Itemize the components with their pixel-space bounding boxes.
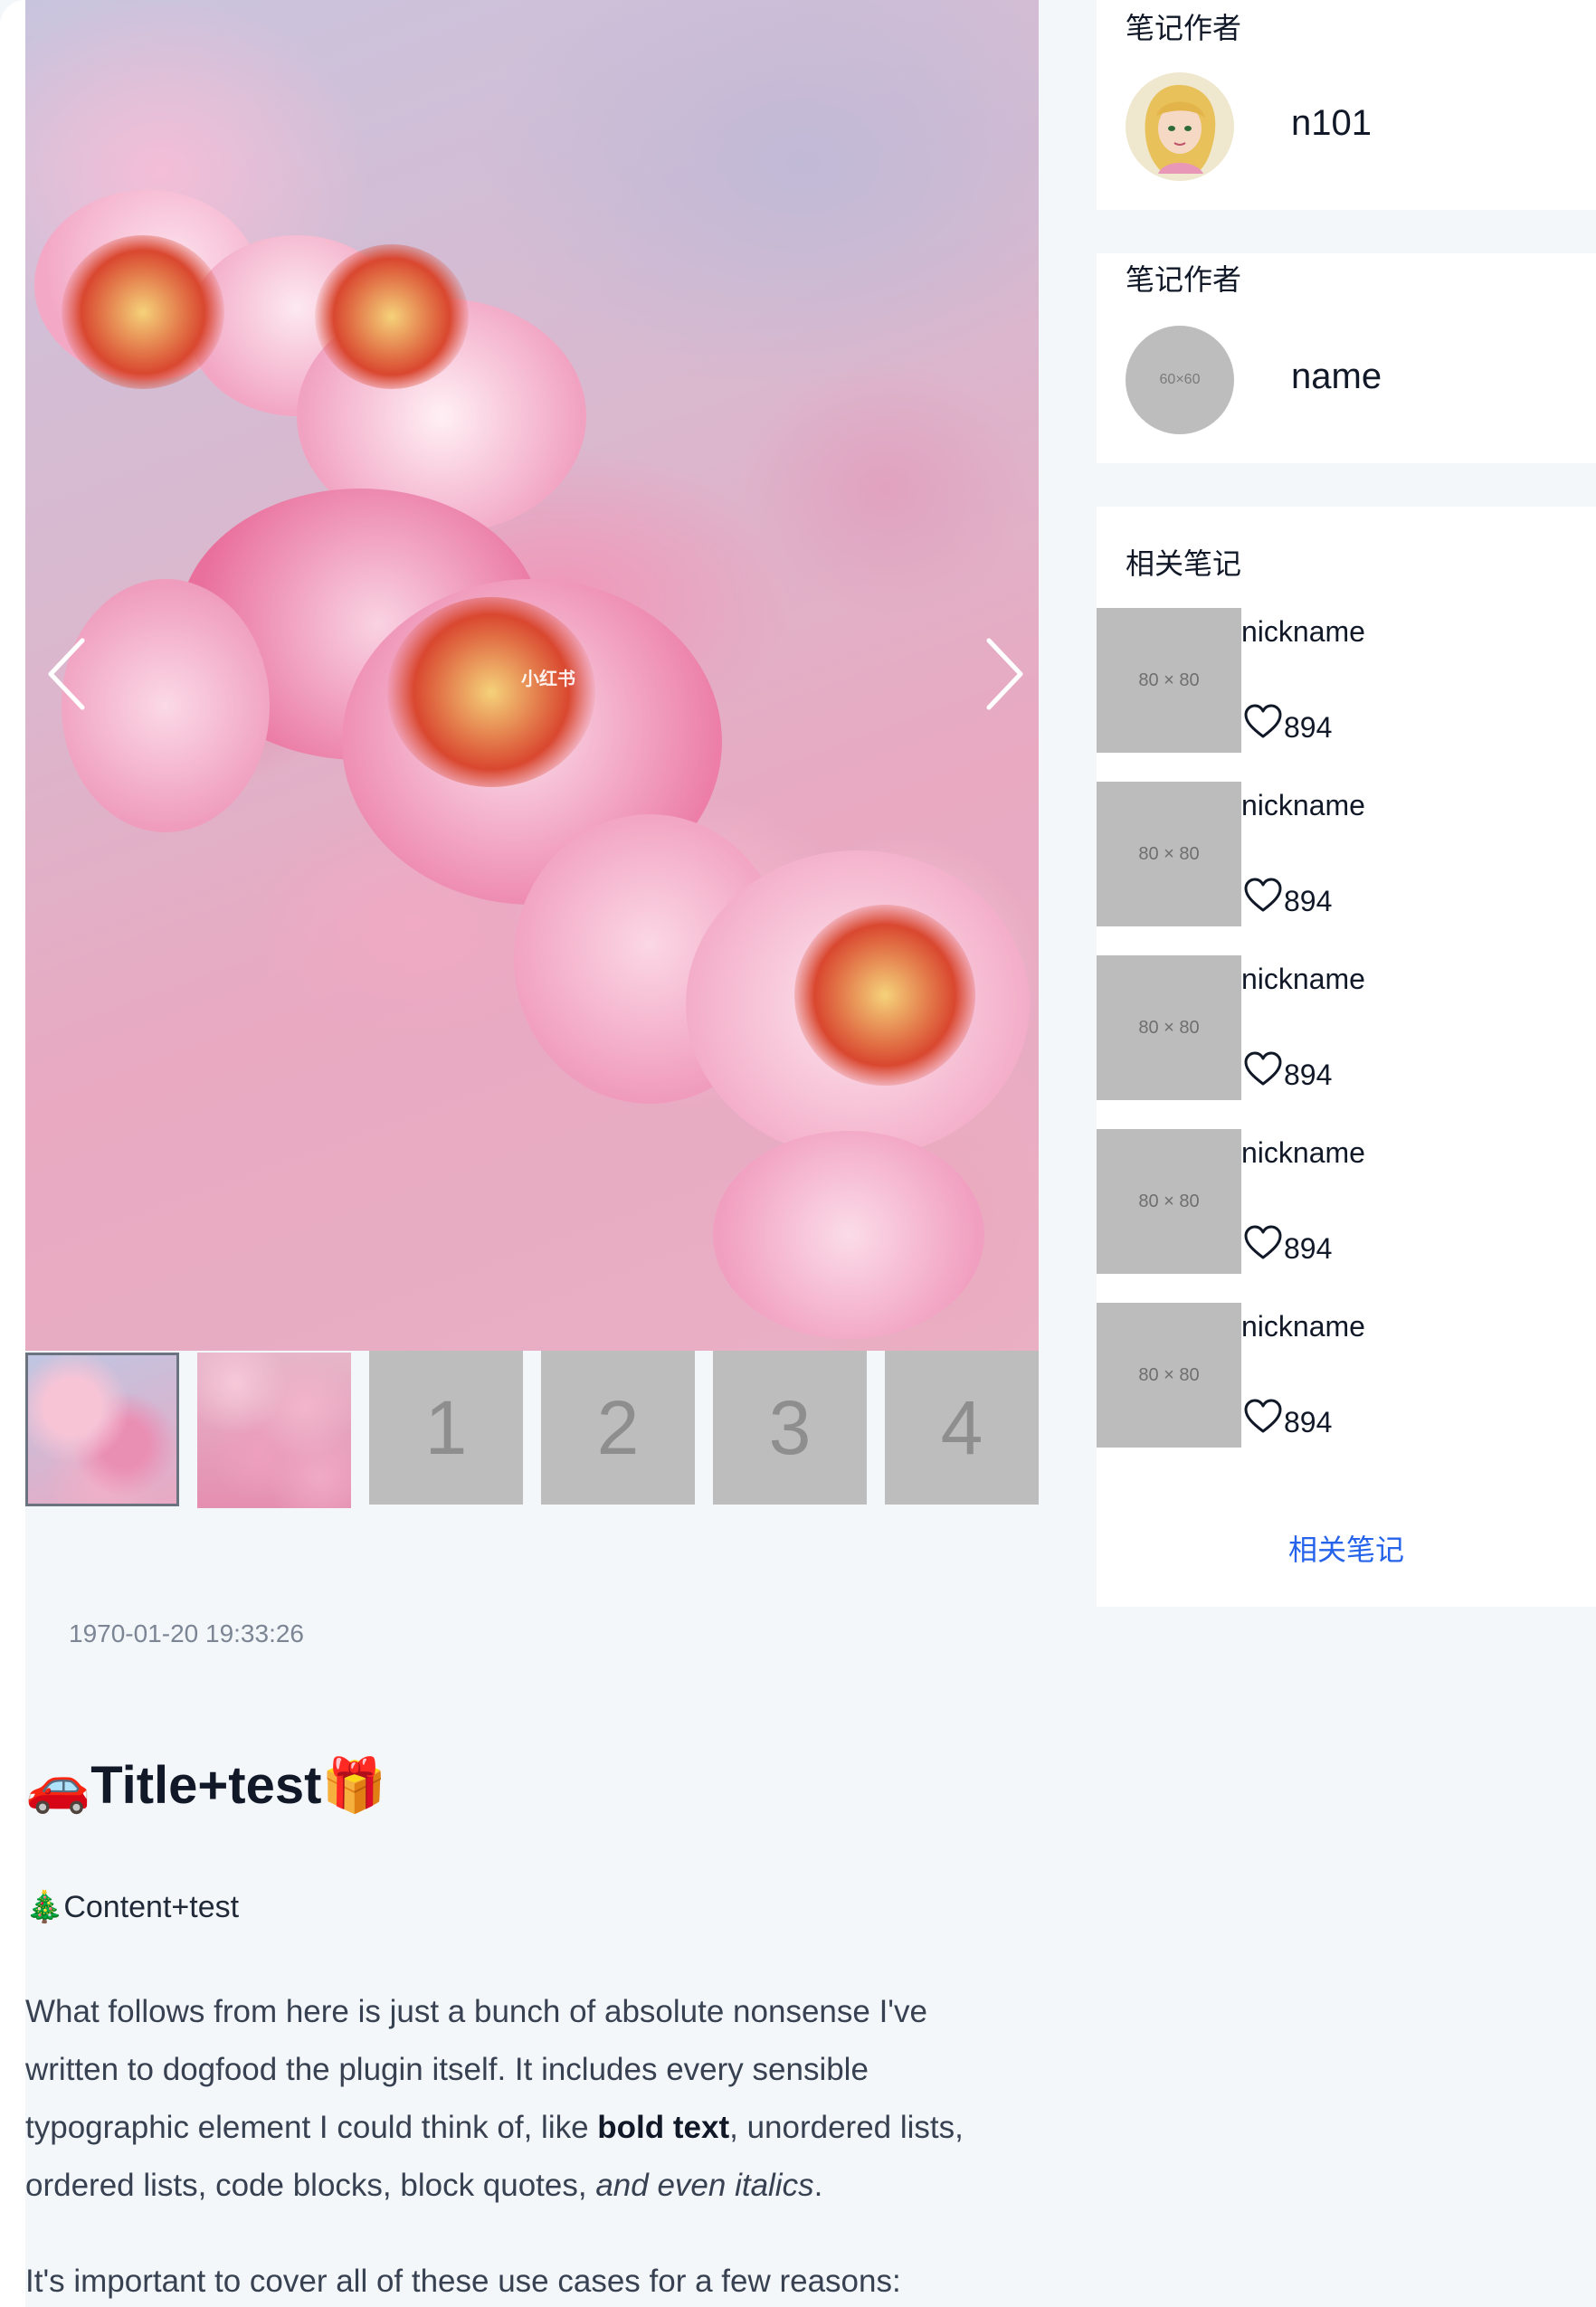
related-notes-title: 相关笔记	[1126, 547, 1242, 580]
author-card-title: 笔记作者	[1126, 263, 1242, 296]
note-nickname[interactable]: nickname	[1241, 1136, 1365, 1170]
blossom-center	[315, 244, 469, 389]
note-paragraph-2: It's important to cover all of these use…	[25, 2264, 901, 2299]
note-content-head: 🎄Content+test	[25, 1890, 240, 1924]
author-name[interactable]: n101	[1291, 103, 1372, 144]
heart-icon[interactable]	[1243, 878, 1283, 914]
like-count: 894	[1284, 885, 1333, 917]
bold-text: bold text	[597, 2110, 730, 2145]
related-notes-more-link[interactable]: 相关笔记	[1097, 1527, 1596, 1569]
note-thumbnail[interactable]: 80 × 80	[1097, 1129, 1241, 1274]
like-count: 894	[1284, 1406, 1333, 1438]
related-note-item[interactable]: 80 × 80 nickname 894	[1097, 608, 1596, 753]
avatar-placeholder[interactable]: 60×60	[1126, 326, 1234, 434]
chevron-right-icon[interactable]	[975, 633, 1030, 715]
main-image-carousel[interactable]: 小红书	[25, 0, 1039, 1351]
paragraph-text: .	[813, 2168, 823, 2203]
note-nickname[interactable]: nickname	[1241, 1310, 1365, 1343]
thumbnail-placeholder[interactable]: 1	[369, 1351, 523, 1505]
like-count: 894	[1284, 711, 1333, 744]
note-paragraph: What follows from here is just a bunch o…	[25, 1983, 1021, 2215]
watermark: 小红书	[521, 669, 575, 689]
blossom-center	[62, 235, 224, 389]
note-nickname[interactable]: nickname	[1241, 615, 1365, 649]
avatar[interactable]	[1126, 72, 1234, 181]
thumbnail-1[interactable]	[25, 1353, 179, 1506]
like-count: 894	[1284, 1232, 1333, 1265]
like-count: 894	[1284, 1059, 1333, 1091]
author-card: 笔记作者 n101	[1097, 0, 1596, 210]
note-nickname[interactable]: nickname	[1241, 789, 1365, 822]
related-note-item[interactable]: 80 × 80 nickname 894	[1097, 1303, 1596, 1448]
thumbnail-placeholder[interactable]: 4	[885, 1351, 1039, 1505]
window-frame	[0, 0, 25, 2307]
heart-icon[interactable]	[1243, 704, 1283, 740]
note-date: 1970-01-20 19:33:26	[69, 1619, 304, 1647]
blossom-center	[387, 597, 595, 787]
thumbnail-placeholder[interactable]: 3	[713, 1351, 867, 1505]
heart-icon[interactable]	[1243, 1399, 1283, 1435]
chevron-left-icon[interactable]	[42, 633, 96, 715]
thumbnail-placeholder[interactable]: 2	[541, 1351, 695, 1505]
heart-icon[interactable]	[1243, 1225, 1283, 1261]
related-note-item[interactable]: 80 × 80 nickname 894	[1097, 955, 1596, 1100]
author-card-placeholder: 笔记作者 60×60 name	[1097, 253, 1596, 463]
thumbnail-strip: 1 2 3 4	[25, 1351, 1039, 1554]
author-name[interactable]: name	[1291, 356, 1382, 397]
italic-text: and even italics	[595, 2168, 814, 2203]
related-note-item[interactable]: 80 × 80 nickname 894	[1097, 782, 1596, 926]
note-thumbnail[interactable]: 80 × 80	[1097, 955, 1241, 1100]
note-nickname[interactable]: nickname	[1241, 963, 1365, 996]
note-thumbnail[interactable]: 80 × 80	[1097, 782, 1241, 926]
blossom-center	[794, 905, 975, 1086]
note-thumbnail[interactable]: 80 × 80	[1097, 608, 1241, 753]
heart-icon[interactable]	[1243, 1051, 1283, 1087]
note-title: 🚗Title+test🎁	[25, 1756, 387, 1815]
note-thumbnail[interactable]: 80 × 80	[1097, 1303, 1241, 1448]
thumbnail-2[interactable]	[197, 1353, 351, 1508]
author-card-title: 笔记作者	[1126, 12, 1242, 44]
related-note-item[interactable]: 80 × 80 nickname 894	[1097, 1129, 1596, 1274]
blossom-shape	[713, 1131, 984, 1339]
